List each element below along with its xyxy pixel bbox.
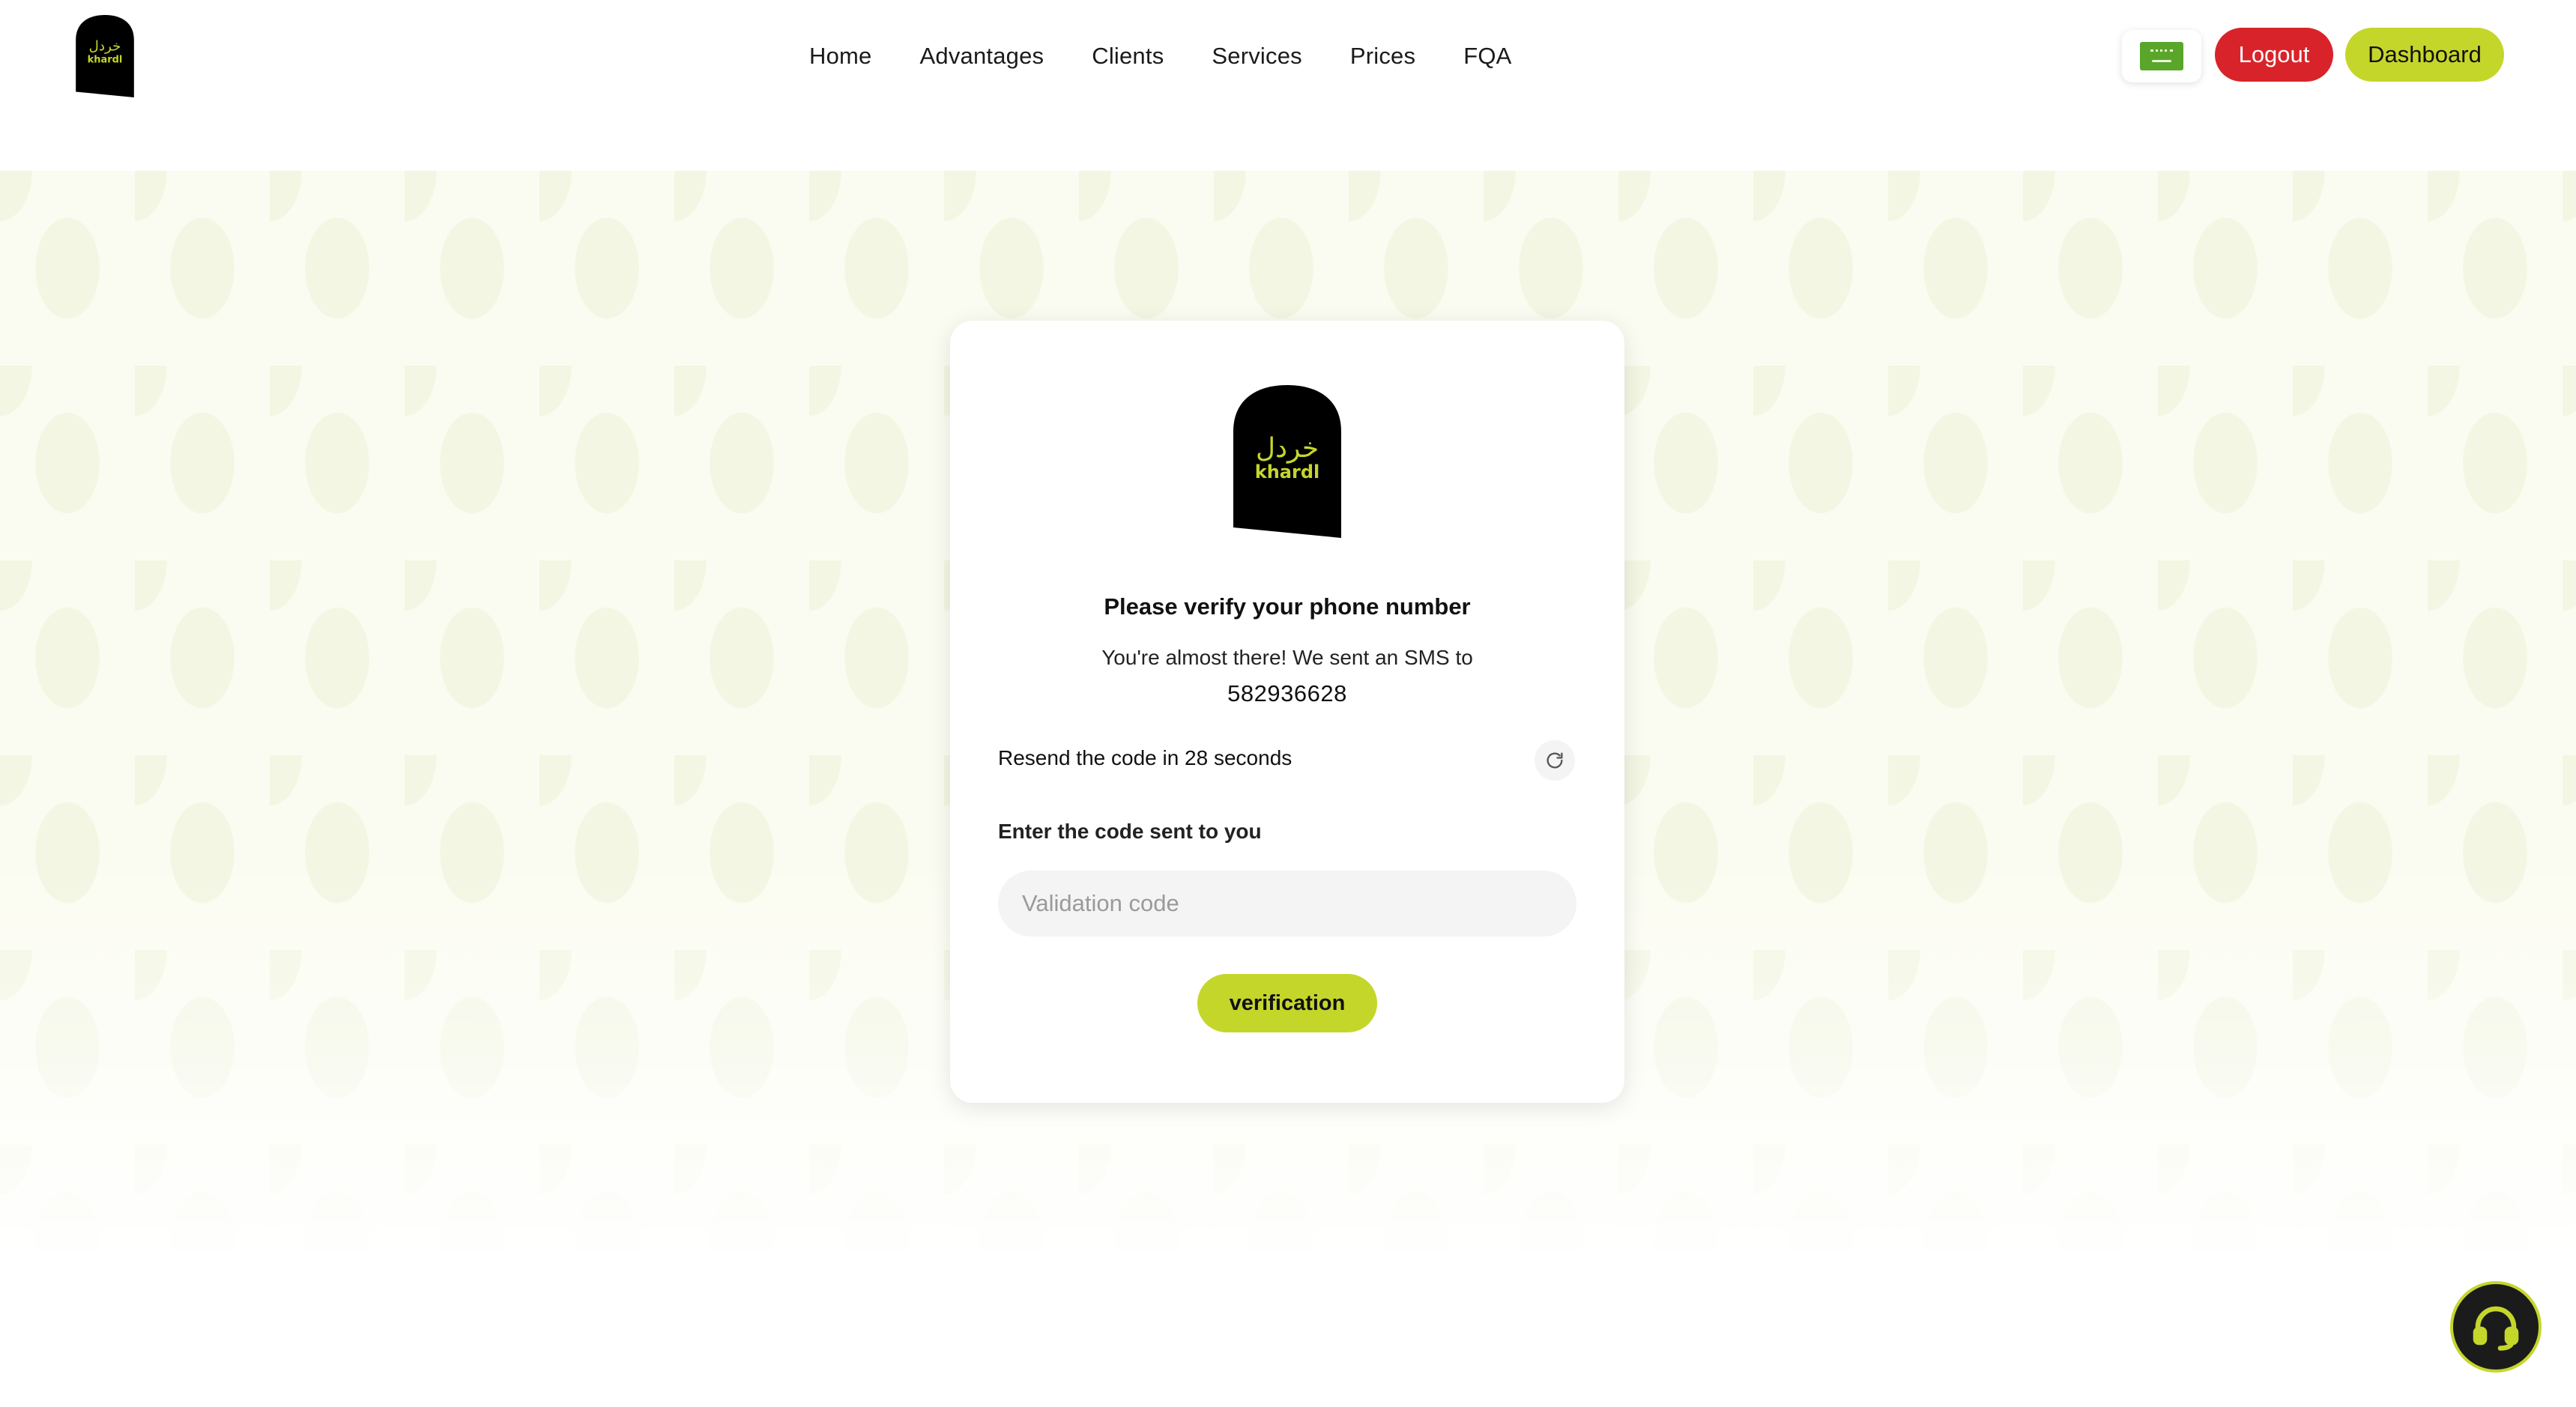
khardl-logo-large: خردل khardl [1233, 385, 1341, 538]
nav-advantages[interactable]: Advantages [920, 43, 1044, 70]
saudi-flag-icon [2140, 42, 2183, 70]
dashboard-button[interactable]: Dashboard [2345, 28, 2504, 82]
svg-text:خردل: خردل [1256, 433, 1319, 464]
resend-code-button[interactable] [1535, 740, 1575, 781]
svg-text:خردل: خردل [89, 38, 121, 54]
language-switch-button[interactable] [2122, 30, 2201, 82]
nav-services[interactable]: Services [1212, 43, 1301, 70]
main-nav: Home Advantages Clients Services Prices … [809, 36, 1512, 76]
svg-text:khardl: khardl [88, 55, 123, 66]
logout-button[interactable]: Logout [2215, 28, 2333, 82]
verification-button[interactable]: verification [1197, 974, 1377, 1032]
verify-title: Please verify your phone number [1104, 593, 1471, 620]
headset-icon [2473, 1306, 2519, 1351]
phone-number: 582936628 [1227, 680, 1347, 706]
nav-fqa[interactable]: FQA [1463, 43, 1511, 70]
nav-home[interactable]: Home [809, 43, 872, 70]
resend-countdown: Resend the code in 28 seconds [998, 746, 1292, 769]
refresh-icon [1546, 752, 1563, 769]
top-header: خردل khardl Home Advantages Clients Serv… [0, 0, 2576, 171]
code-field-label: Enter the code sent to you [998, 820, 1262, 843]
svg-text:khardl: khardl [1255, 462, 1319, 482]
verification-card: خردل khardl Please verify your phone num… [950, 321, 1624, 1103]
nav-prices[interactable]: Prices [1350, 43, 1415, 70]
support-chat-button[interactable] [2450, 1281, 2542, 1373]
validation-code-input[interactable] [998, 871, 1576, 937]
khardl-logo[interactable]: خردل khardl [75, 15, 135, 97]
nav-clients[interactable]: Clients [1092, 43, 1164, 70]
verify-subtitle: You're almost there! We sent an SMS to [1101, 646, 1473, 669]
